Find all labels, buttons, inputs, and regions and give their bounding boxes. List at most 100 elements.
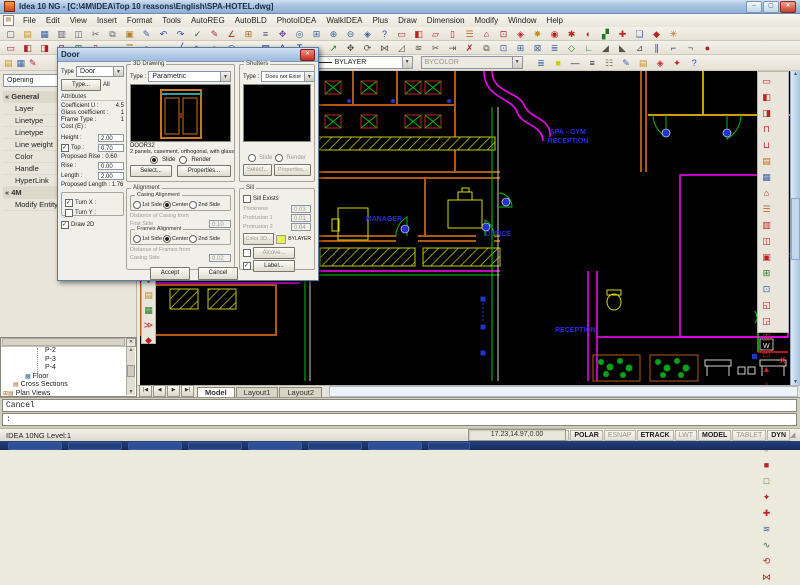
toolbar-icon[interactable]: ▦ <box>16 57 27 69</box>
top-input[interactable]: 0.70 <box>98 144 124 152</box>
add-tool-icon[interactable]: ✚ <box>615 27 630 41</box>
tree-item[interactable]: P-3 <box>1 356 136 365</box>
slide-radio[interactable] <box>150 156 158 164</box>
toolbar-icon[interactable]: ? <box>687 56 702 70</box>
sill-exists-checkbox[interactable] <box>243 195 251 203</box>
hatch-tool-icon[interactable]: ▞ <box>598 27 613 41</box>
shutters-select-button[interactable]: Select... <box>243 164 272 176</box>
layers-tool-icon[interactable]: ❏ <box>632 27 647 41</box>
toolbar-icon[interactable]: ⋈ <box>377 41 392 55</box>
shutters-slide-radio[interactable] <box>248 154 256 162</box>
status-toggle[interactable]: TABLET <box>732 430 766 441</box>
status-toggle[interactable]: POLAR <box>570 430 603 441</box>
toolbar-icon[interactable]: ⇥ <box>445 41 460 55</box>
toolbar-icon[interactable]: ∿ <box>759 537 774 553</box>
alcove-checkbox[interactable] <box>243 249 251 257</box>
type-button[interactable]: Type... <box>61 79 101 91</box>
menu-item[interactable]: Edit <box>41 16 65 25</box>
column-tool-icon[interactable]: ▯ <box>445 27 460 41</box>
cut-icon[interactable]: ✂ <box>88 27 103 41</box>
toolbar-icon[interactable]: ◈ <box>653 56 668 70</box>
status-toggle[interactable]: ESNAP <box>604 430 636 441</box>
toolbar-icon[interactable]: □ <box>759 473 774 489</box>
roof-tool-icon[interactable]: ⌂ <box>479 27 494 41</box>
toolbar-icon[interactable]: ⟳ <box>360 41 375 55</box>
draw-order-icon[interactable]: ≡ <box>258 27 273 41</box>
status-toggle[interactable]: LWT <box>675 430 697 441</box>
tree-item[interactable]: ▤Cross Sections <box>1 381 136 390</box>
toolbar-icon[interactable]: ◰ <box>759 345 774 361</box>
sketch-icon[interactable]: ✎ <box>207 27 222 41</box>
copy-icon[interactable]: ⧉ <box>105 27 120 41</box>
menu-item[interactable]: View <box>65 16 92 25</box>
zoom-window-icon[interactable]: ⊞ <box>309 27 324 41</box>
menu-item[interactable]: AutoBLD <box>230 16 272 25</box>
toolbar-icon[interactable]: ≋ <box>759 521 774 537</box>
toolbar-icon[interactable]: ↗ <box>326 41 341 55</box>
properties-button[interactable]: Properties... <box>177 165 231 177</box>
toolbar-icon[interactable]: ≋ <box>411 41 426 55</box>
diamond-tool-icon[interactable]: ◆ <box>649 27 664 41</box>
dialog-close-button[interactable]: ✕ <box>300 49 315 61</box>
alcove-button[interactable]: Alcove... <box>253 247 295 259</box>
toolbar-icon[interactable]: ✎ <box>28 57 38 69</box>
accept-button[interactable]: Accept <box>150 267 190 280</box>
menu-item[interactable]: PhotoIDEA <box>272 16 322 25</box>
menu-item[interactable]: WalkIDEA <box>321 16 367 25</box>
menu-item[interactable]: Tools <box>157 16 186 25</box>
status-toggle[interactable]: ETRACK <box>637 430 674 441</box>
toolbar-icon[interactable]: ⊔ <box>759 137 774 153</box>
angle-icon[interactable]: ∠ <box>224 27 239 41</box>
toolbar-icon[interactable]: ⊞ <box>513 41 528 55</box>
toolbar-icon[interactable]: ◧ <box>20 41 35 55</box>
frames-1st-radio[interactable] <box>133 235 141 243</box>
frames-2nd-radio[interactable] <box>189 235 197 243</box>
toolbar-icon[interactable]: ◇ <box>564 41 579 55</box>
opening-tool-icon[interactable]: ◧ <box>411 27 426 41</box>
toolbar-icon[interactable]: ⊓ <box>759 121 774 137</box>
tab-nav-button[interactable]: ◀ <box>153 385 166 397</box>
toolbar-icon[interactable]: ◫ <box>759 233 774 249</box>
help-icon[interactable]: ? <box>377 27 392 41</box>
menu-item[interactable]: Help <box>542 16 568 25</box>
rise-input[interactable]: 0.00 <box>98 162 124 170</box>
menu-item[interactable]: File <box>18 16 41 25</box>
toolbar-icon[interactable]: ☰ <box>759 201 774 217</box>
menu-item[interactable]: Modify <box>470 16 504 25</box>
tree-horizontal-scrollbar[interactable] <box>2 338 125 346</box>
thickness-input[interactable]: 0.03 <box>291 205 311 213</box>
scroll-down-icon[interactable]: ▼ <box>127 389 135 395</box>
new-file-icon[interactable]: ▢ <box>3 27 18 41</box>
dialog-title-bar[interactable]: Door ✕ <box>58 48 318 62</box>
taskbar-button[interactable] <box>188 442 242 450</box>
tree-item[interactable]: P-2 <box>1 347 136 356</box>
stair-tool-icon[interactable]: ☰ <box>462 27 477 41</box>
toolbar-icon[interactable]: ▦ <box>759 169 774 185</box>
status-toggle[interactable]: DYN <box>767 430 790 441</box>
color-swatch[interactable] <box>276 235 286 244</box>
toolbar-icon[interactable]: ▤ <box>759 153 774 169</box>
zoom-extents-icon[interactable]: ◈ <box>360 27 375 41</box>
toolbar-icon[interactable]: ✦ <box>670 56 685 70</box>
close-button[interactable]: ✕ <box>780 1 796 13</box>
toolbar-icon[interactable]: ▭ <box>759 73 774 89</box>
toolbar-icon[interactable]: ▤ <box>142 288 156 303</box>
toolbar-icon[interactable]: ⧉ <box>479 41 494 55</box>
wall-tool-icon[interactable]: ▭ <box>394 27 409 41</box>
color-dropdown[interactable]: BYCOLOR ▼ <box>421 56 523 69</box>
taskbar-button[interactable] <box>248 442 302 450</box>
toolbar-icon[interactable]: ⊡ <box>496 41 511 55</box>
toolbar-icon[interactable]: ⊞ <box>759 265 774 281</box>
toolbar-icon[interactable]: ◆ <box>142 333 156 348</box>
casing-side-input[interactable]: 0.02 <box>209 254 231 262</box>
toolbar-icon[interactable]: ◿ <box>394 41 409 55</box>
undo-icon[interactable]: ↶ <box>156 27 171 41</box>
menu-item[interactable]: Format <box>122 16 157 25</box>
shutters-render-radio[interactable] <box>275 154 283 162</box>
toolbar-icon[interactable]: ⊠ <box>530 41 545 55</box>
toolbar-icon[interactable]: ⌐ <box>666 41 681 55</box>
scrollbar-thumb[interactable] <box>791 198 800 260</box>
toolbar-icon[interactable]: ✥ <box>343 41 358 55</box>
menu-item[interactable]: Dimension <box>422 16 470 25</box>
status-toggle[interactable]: MODEL <box>698 430 731 441</box>
